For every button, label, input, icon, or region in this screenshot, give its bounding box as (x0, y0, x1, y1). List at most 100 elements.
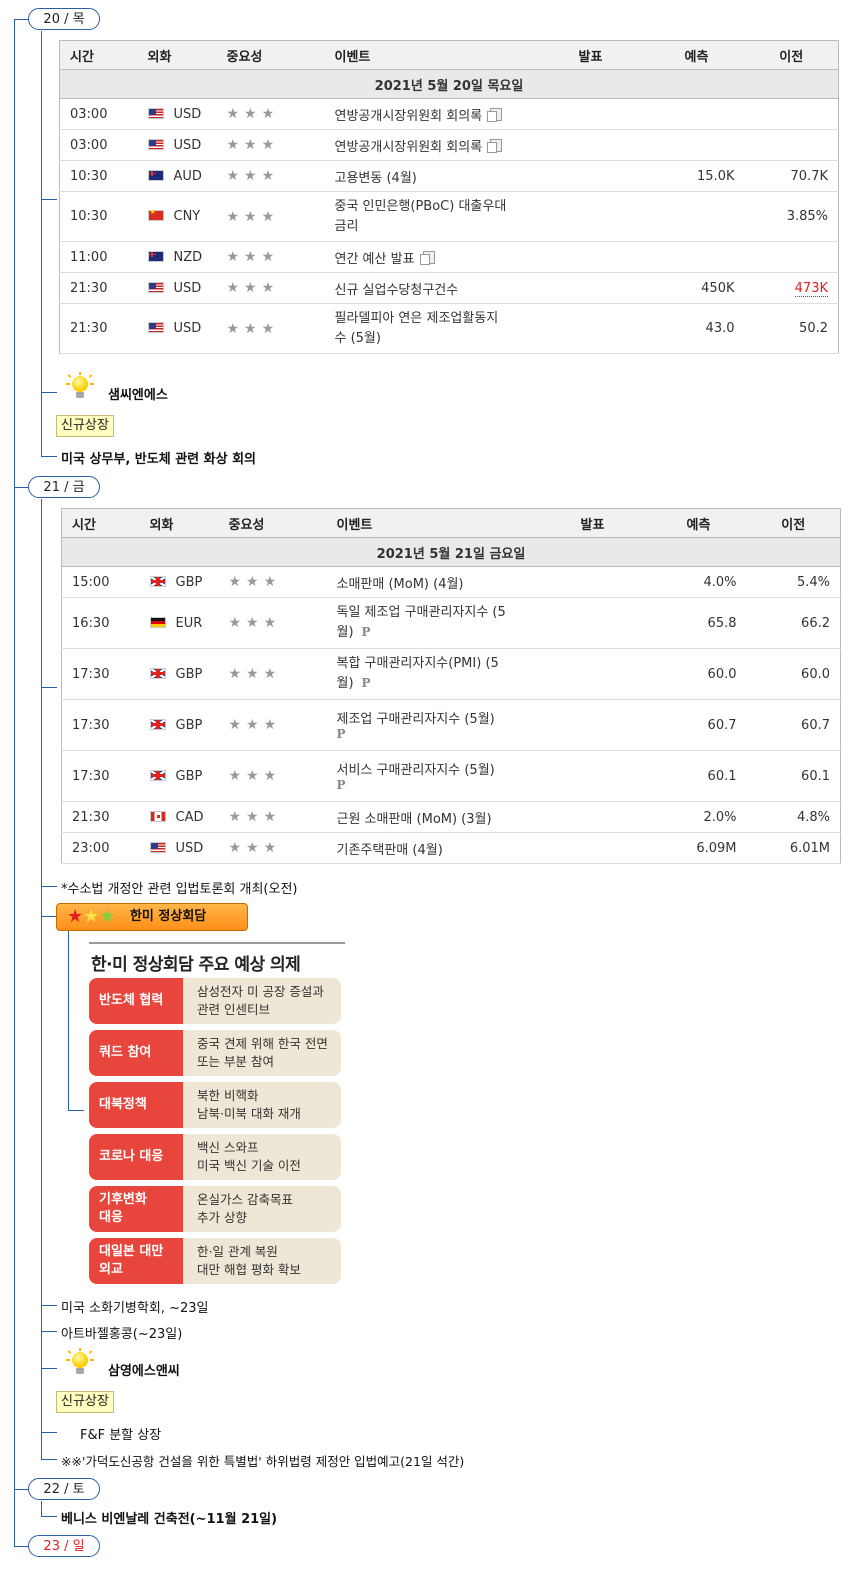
currency-cell: USD (137, 272, 217, 304)
event-note: 베니스 비엔날레 건축전(~11월 21일) (61, 1512, 278, 1527)
event-title[interactable]: 서비스 구매관리자지수 (5월) (337, 763, 495, 778)
event-title[interactable]: 제조업 구매관리자지수 (5월) (337, 712, 495, 727)
day-badge-23[interactable]: 23 / 일 (28, 1535, 100, 1557)
currency-cell: GBP (139, 648, 219, 700)
event-cell[interactable]: 소매판매 (MoM) (4월) (326, 566, 571, 598)
germany-flag-icon (149, 616, 166, 628)
table-row[interactable]: 23:00 USD ★★★ 기존주택판매 (4월) 6.09M 6.01M (61, 832, 841, 864)
event-cell[interactable]: 고용변동 (4월) (324, 160, 569, 192)
event-title[interactable]: 연방공개시장위원회 회의록 (335, 140, 483, 155)
currency-code: USD (173, 137, 202, 153)
event-cell[interactable]: 연간 예산 발표 (324, 241, 569, 273)
importance-cell: ★★★ (216, 160, 325, 192)
infographic-title: 한·미 정상회담 주요 예상 의제 (91, 955, 301, 975)
forecast-cell: 60.1 (650, 750, 747, 802)
currency-code: AUD (173, 168, 202, 184)
event-cell[interactable]: 복합 구매관리자지수(PMI) (5 월) P (326, 648, 571, 700)
actual-cell (570, 597, 651, 649)
china-flag-icon (147, 208, 164, 221)
currency-cell: AUD (137, 160, 217, 192)
event-note: *수소법 개정안 관련 입법토론회 개최(오전) (61, 882, 298, 897)
table-row[interactable]: 15:00 GBP ★★★ 소매판매 (MoM) (4월) 4.0% 5.4% (61, 566, 841, 598)
previous-value-revised[interactable]: 473K (794, 280, 828, 297)
star-rating-icon: ★★★ (228, 768, 282, 784)
event-cell[interactable]: 서비스 구매관리자지수 (5월) P (326, 750, 571, 802)
event-cell[interactable]: 신규 실업수당청구건수 (324, 272, 569, 304)
economic-calendar-table-21: 시간 외화 중요성 이벤트 발표 예측 이전 2021년 5월 21일 금요일 … (61, 508, 841, 864)
importance-cell: ★★★ (216, 241, 325, 273)
agenda-desc: 백신 스와프 미국 백신 기술 이전 (183, 1134, 341, 1180)
actual-cell (570, 750, 651, 802)
star-rating-icon: ★★★ (228, 666, 282, 682)
currency-code: EUR (175, 615, 203, 631)
time-cell: 10:30 (59, 191, 138, 242)
event-title[interactable]: 고용변동 (4월) (335, 171, 417, 186)
document-icon[interactable] (419, 250, 435, 265)
event-title[interactable]: 기존주택판매 (4월) (337, 843, 443, 858)
summit-label-box[interactable]: ★★★ 한미 정상회담 (56, 903, 248, 931)
event-cell[interactable]: 필라델피아 연은 제조업활동지 수 (5월) (324, 303, 569, 354)
day-badge-20[interactable]: 20 / 목 (28, 8, 100, 30)
table-row[interactable]: 21:30 USD ★★★ 신규 실업수당청구건수 450K 473K (59, 272, 839, 304)
event-title[interactable]: 근원 소매판매 (MoM) (3월) (337, 812, 492, 827)
event-title[interactable]: 신규 실업수당청구건수 (335, 283, 459, 298)
previous-cell: 6.01M (746, 832, 841, 864)
date-row: 2021년 5월 20일 목요일 (59, 69, 839, 99)
table-row[interactable]: 17:30 GBP ★★★ 제조업 구매관리자지수 (5월) P 60.7 60.… (61, 699, 841, 751)
time-cell: 17:30 (61, 750, 140, 802)
currency-cell: GBP (139, 750, 219, 802)
col-time: 시간 (59, 40, 138, 70)
document-icon[interactable] (487, 107, 503, 122)
company-name[interactable]: 샘씨엔에스 (108, 384, 168, 403)
time-cell: 11:00 (59, 241, 138, 273)
col-forecast: 예측 (648, 40, 745, 70)
star-rating-icon: ★★★ (228, 574, 282, 590)
event-cell[interactable]: 연방공개시장위원회 회의록 (324, 129, 569, 161)
table-row[interactable]: 03:00 USD ★★★ 연방공개시장위원회 회의록 (59, 129, 839, 161)
event-cell[interactable]: 연방공개시장위원회 회의록 (324, 98, 569, 130)
event-cell[interactable]: 근원 소매판매 (MoM) (3월) (326, 801, 571, 833)
table-row[interactable]: 16:30 EUR ★★★ 독일 제조업 구매관리자지수 (5 월) P 65.8… (61, 597, 841, 649)
star-icon: ★ (99, 906, 116, 927)
event-cell[interactable]: 기존주택판매 (4월) (326, 832, 571, 864)
event-cell[interactable]: 독일 제조업 구매관리자지수 (5 월) P (326, 597, 571, 649)
event-cell[interactable]: 중국 인민은행(PBoC) 대출우대 금리 (324, 191, 569, 242)
table-row[interactable]: 03:00 USD ★★★ 연방공개시장위원회 회의록 (59, 98, 839, 130)
table-row[interactable]: 10:30 CNY ★★★ 중국 인민은행(PBoC) 대출우대 금리 3.85… (59, 191, 839, 242)
event-title[interactable]: 연간 예산 발표 (335, 252, 415, 267)
day-badge-21[interactable]: 21 / 금 (28, 476, 100, 498)
table-row[interactable]: 17:30 GBP ★★★ 복합 구매관리자지수(PMI) (5 월) P 60.… (61, 648, 841, 700)
currency-code: USD (173, 321, 202, 336)
event-title[interactable]: 중국 인민은행(PBoC) 대출우대 금리 (335, 199, 507, 234)
lightbulb-icon (64, 1348, 94, 1378)
agenda-item: 쿼드 참여 중국 견제 위해 한국 전면 또는 부분 참여 (89, 1030, 341, 1076)
us-flag-icon (149, 841, 166, 853)
previous-cell: 60.0 (746, 648, 841, 700)
importance-cell: ★★★ (218, 648, 327, 700)
table-row[interactable]: 21:30 USD ★★★ 필라델피아 연은 제조업활동지 수 (5월) 43.… (59, 303, 839, 354)
tree-branch (41, 1331, 57, 1332)
document-icon[interactable] (487, 138, 503, 153)
agenda-item: 대일본 대만 외교 한·일 관계 복원 대만 해협 평화 확보 (89, 1238, 341, 1284)
day-badge-22[interactable]: 22 / 토 (28, 1478, 100, 1500)
table-row[interactable]: 17:30 GBP ★★★ 서비스 구매관리자지수 (5월) P 60.1 60.… (61, 750, 841, 802)
table-row[interactable]: 10:30 AUD ★★★ 고용변동 (4월) 15.0K 70.7K (59, 160, 839, 192)
event-title[interactable]: 소매판매 (MoM) (4월) (337, 577, 464, 592)
tree-branch (41, 1368, 57, 1369)
actual-cell (568, 303, 649, 354)
actual-cell (568, 241, 649, 273)
agenda-label: 대북정책 (89, 1082, 183, 1128)
company-name[interactable]: 삼영에스앤씨 (108, 1360, 180, 1379)
event-title[interactable]: 필라델피아 연은 제조업활동지 수 (5월) (335, 311, 499, 346)
tree-branch (41, 1459, 57, 1460)
table-row[interactable]: 11:00 NZD ★★★ 연간 예산 발표 (59, 241, 839, 273)
star-rating-icon: ★★★ (226, 280, 280, 296)
table-row[interactable]: 21:30 CAD ★★★ 근원 소매판매 (MoM) (3월) 2.0% 4.… (61, 801, 841, 833)
currency-code: USD (175, 840, 204, 856)
event-title[interactable]: 연방공개시장위원회 회의록 (335, 109, 483, 124)
currency-code: CNY (173, 209, 201, 224)
event-note: F&F 분할 상장 (80, 1428, 162, 1443)
event-cell[interactable]: 제조업 구매관리자지수 (5월) P (326, 699, 571, 751)
star-icon: ★ (67, 906, 84, 927)
actual-cell (568, 272, 649, 304)
